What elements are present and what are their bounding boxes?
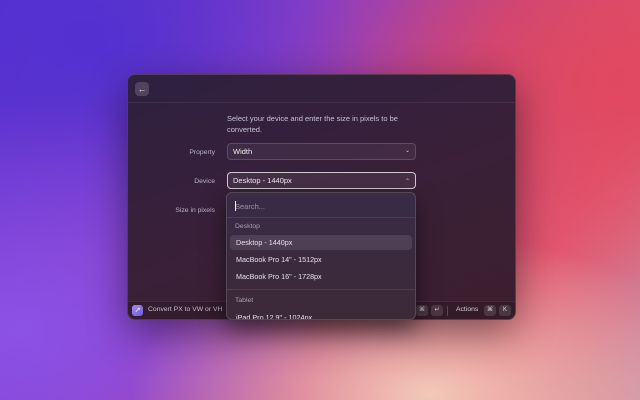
size-label: Size in pixels xyxy=(175,207,215,214)
device-select[interactable]: Desktop - 1440px ⌃ xyxy=(227,172,416,189)
chevron-down-icon: ⌄ xyxy=(404,148,410,154)
dropdown-divider xyxy=(227,217,415,218)
return-key-icon: ↵ xyxy=(431,305,443,316)
footer-divider xyxy=(447,306,448,316)
device-option[interactable]: MacBook Pro 16" - 1728px xyxy=(230,269,412,284)
form-description: Select your device and enter the size in… xyxy=(227,114,398,134)
extension-name: Convert PX to VW or VH xyxy=(148,306,223,313)
command-key-icon: ⌘ xyxy=(484,305,496,316)
text-caret xyxy=(235,201,236,211)
chevron-up-icon: ⌃ xyxy=(404,179,410,185)
property-label: Property xyxy=(189,149,215,156)
command-key-icon: ⌘ xyxy=(416,305,428,316)
device-option[interactable]: iPad Pro 12.9" - 1024px xyxy=(230,310,412,319)
window-topbar: ← xyxy=(128,75,515,103)
device-search-input[interactable] xyxy=(235,200,407,212)
device-option[interactable]: MacBook Pro 14" - 1512px xyxy=(230,252,412,267)
device-label: Device xyxy=(194,178,215,185)
back-button[interactable]: ← xyxy=(135,82,149,96)
device-value: Desktop - 1440px xyxy=(233,176,292,185)
extension-icon: ↗ xyxy=(132,305,143,316)
section-header-desktop: Desktop xyxy=(235,223,260,230)
section-header-tablet: Tablet xyxy=(235,297,254,304)
actions-button[interactable]: Actions xyxy=(456,306,478,313)
device-dropdown: Desktop Desktop - 1440px MacBook Pro 14"… xyxy=(226,192,416,320)
property-value: Width xyxy=(233,147,253,156)
device-option[interactable]: Desktop - 1440px xyxy=(230,235,412,250)
property-select[interactable]: Width ⌄ xyxy=(227,143,416,160)
k-key-icon: K xyxy=(499,305,511,316)
arrow-left-icon: ← xyxy=(137,84,147,94)
dropdown-divider xyxy=(227,289,415,290)
